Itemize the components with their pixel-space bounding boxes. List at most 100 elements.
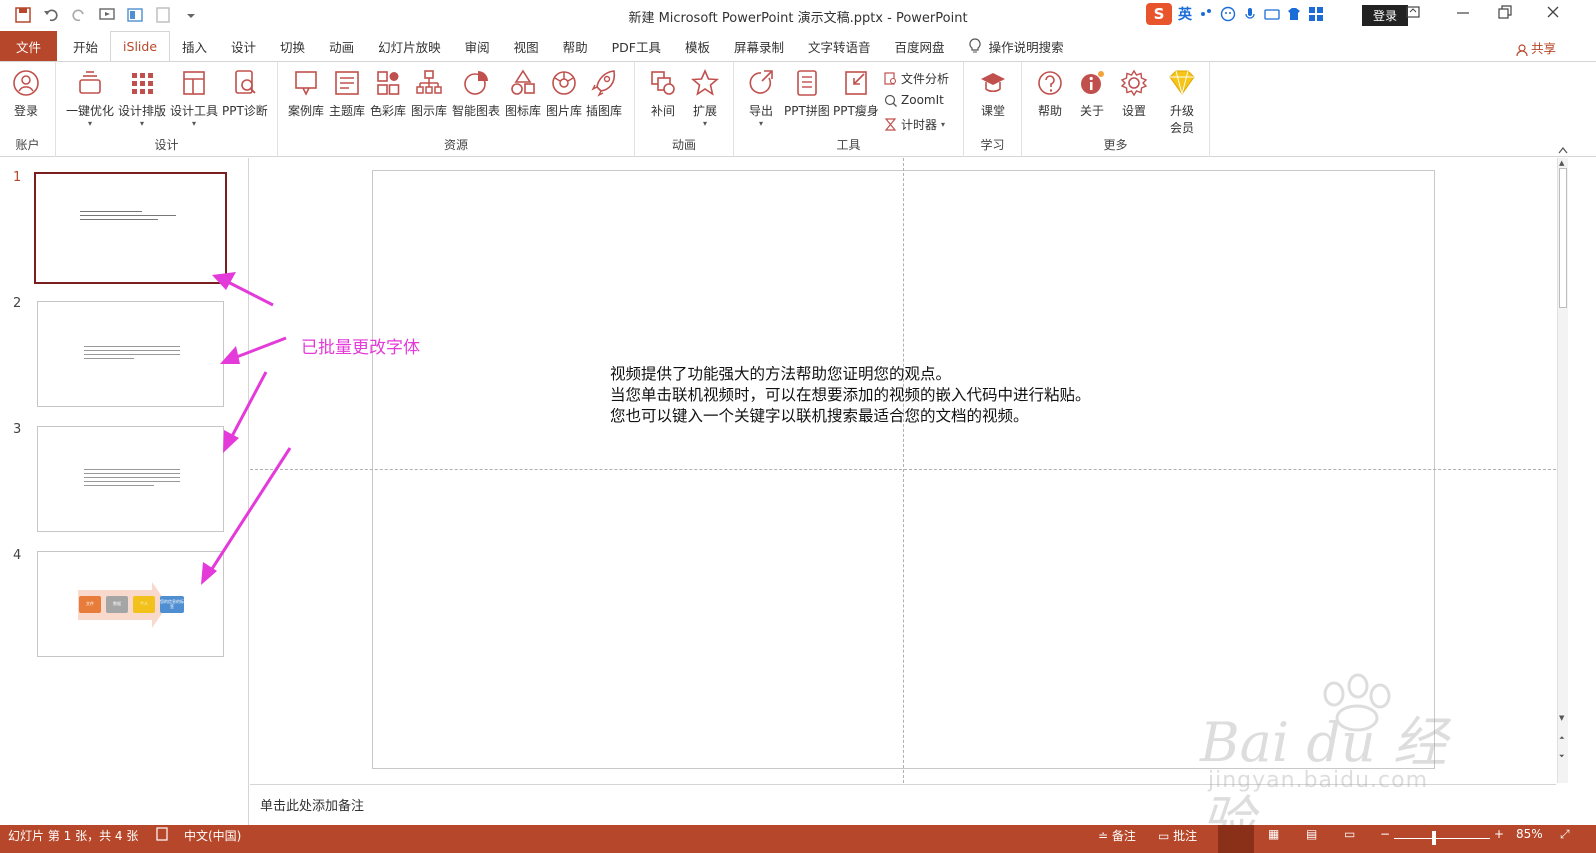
keyboard-icon[interactable] bbox=[1264, 6, 1280, 22]
tab-review[interactable]: 审阅 bbox=[453, 31, 502, 61]
ppt-puzzle-label: PPT拼图 bbox=[784, 104, 830, 118]
comments-toggle[interactable]: ▭ 批注 bbox=[1158, 827, 1197, 844]
one-click-optimize-button[interactable]: 一键优化 ▾ bbox=[66, 68, 114, 128]
tab-templates[interactable]: 模板 bbox=[673, 31, 722, 61]
zoom-in-icon[interactable]: + bbox=[1494, 827, 1504, 841]
reading-view-icon[interactable]: ▤ bbox=[1306, 827, 1317, 841]
scroll-up-icon[interactable]: ▲ bbox=[1559, 159, 1564, 167]
previous-slide-icon[interactable]: ⏶ bbox=[1559, 734, 1565, 743]
slide-text-box[interactable]: 视频提供了功能强大的方法帮助您证明您的观点。 当您单击联机视频时，可以在想要添加… bbox=[610, 364, 1091, 427]
punctuation-icon[interactable] bbox=[1198, 6, 1214, 22]
language-status[interactable]: 中文(中国) bbox=[184, 827, 241, 844]
save-icon[interactable] bbox=[14, 6, 32, 24]
toolbox-icon[interactable] bbox=[1308, 6, 1324, 22]
scrollbar-thumb[interactable] bbox=[1559, 168, 1567, 308]
restore-icon[interactable] bbox=[1498, 5, 1512, 19]
tab-insert[interactable]: 插入 bbox=[170, 31, 219, 61]
tween-button[interactable]: 补间 bbox=[649, 68, 677, 119]
scroll-down-icon[interactable]: ▼ bbox=[1559, 714, 1564, 722]
collapse-ribbon-icon[interactable] bbox=[1558, 146, 1568, 154]
smart-chart-button[interactable]: 智能图表 bbox=[452, 68, 500, 119]
zoom-slider[interactable] bbox=[1394, 838, 1490, 839]
tab-file[interactable]: 文件 bbox=[0, 31, 58, 61]
color-library-button[interactable]: 色彩库 bbox=[370, 68, 406, 119]
icon-library-button[interactable]: 图标库 bbox=[505, 68, 541, 119]
fit-slide-icon[interactable]: ⤢ bbox=[1560, 827, 1570, 842]
tab-pdf-tools[interactable]: PDF工具 bbox=[600, 31, 673, 61]
ppt-puzzle-button[interactable]: PPT拼图 bbox=[784, 68, 830, 119]
settings-button[interactable]: 设置 bbox=[1120, 68, 1148, 119]
about-button[interactable]: 关于 bbox=[1078, 68, 1106, 119]
notes-toggle[interactable]: ≐ 备注 bbox=[1098, 827, 1136, 844]
zoom-slider-thumb[interactable] bbox=[1432, 831, 1436, 845]
file-analysis-button[interactable]: 文件分析 bbox=[884, 70, 949, 87]
customize-qat-icon[interactable] bbox=[182, 6, 200, 24]
emoji-icon[interactable] bbox=[1220, 6, 1236, 22]
process-box-label: 您的信息的标签 bbox=[160, 599, 184, 609]
tab-transitions[interactable]: 切换 bbox=[268, 31, 317, 61]
zoom-level[interactable]: 85% bbox=[1516, 827, 1543, 841]
layout-icon[interactable] bbox=[126, 6, 144, 24]
theme-library-button[interactable]: 主题库 bbox=[329, 68, 365, 119]
redo-icon[interactable] bbox=[70, 6, 88, 24]
case-library-button[interactable]: 案例库 bbox=[288, 68, 324, 119]
export-button[interactable]: 导出 ▾ bbox=[747, 68, 775, 128]
ppt-slim-button[interactable]: PPT瘦身 bbox=[833, 68, 879, 119]
classroom-button[interactable]: 课堂 bbox=[979, 68, 1007, 119]
undo-icon[interactable] bbox=[42, 6, 60, 24]
slide-thumbnail-2[interactable] bbox=[37, 301, 224, 407]
tab-islide[interactable]: iSlide bbox=[110, 31, 171, 62]
illustration-library-button[interactable]: 插图库 bbox=[586, 68, 622, 119]
horizontal-guide[interactable] bbox=[250, 469, 1556, 470]
zoom-out-icon[interactable]: − bbox=[1380, 827, 1390, 841]
tab-text-to-speech[interactable]: 文字转语音 bbox=[796, 31, 883, 61]
upgrade-member-button[interactable]: 升级 会员 bbox=[1168, 68, 1196, 136]
slide-thumbnail-1[interactable] bbox=[34, 172, 227, 284]
voice-icon[interactable] bbox=[1242, 6, 1258, 22]
tab-design[interactable]: 设计 bbox=[219, 31, 268, 61]
tab-animations[interactable]: 动画 bbox=[317, 31, 366, 61]
ime-language[interactable]: 英 bbox=[1178, 4, 1192, 24]
expand-button[interactable]: 扩展 ▾ bbox=[691, 68, 719, 128]
tab-home[interactable]: 开始 bbox=[61, 31, 110, 61]
slideshow-icon[interactable]: ▭ bbox=[1344, 827, 1355, 841]
share-button[interactable]: 共享 bbox=[1516, 38, 1556, 57]
star-icon bbox=[691, 68, 719, 98]
tab-screen-recording[interactable]: 屏幕录制 bbox=[722, 31, 796, 61]
zoom-search-icon bbox=[884, 94, 897, 107]
vertical-scrollbar[interactable]: ▲ ▼ ⏶ ⏷ bbox=[1557, 158, 1568, 783]
tab-view[interactable]: 视图 bbox=[502, 31, 551, 61]
slideshow-from-start-icon[interactable] bbox=[98, 6, 116, 24]
zoomit-button[interactable]: ZoomIt bbox=[884, 93, 944, 107]
slide-thumbnail-4[interactable]: 文件 数据 个人 您的信息的标签 bbox=[37, 551, 224, 657]
office-login-button[interactable]: 登录 bbox=[1362, 5, 1408, 26]
diagram-library-button[interactable]: 图示库 bbox=[411, 68, 447, 119]
normal-view-button[interactable] bbox=[1218, 825, 1254, 853]
tell-me-search[interactable]: 操作说明搜索 bbox=[957, 31, 1076, 61]
design-layout-button[interactable]: 设计排版 ▾ bbox=[118, 68, 166, 128]
design-tools-button[interactable]: 设计工具 ▾ bbox=[170, 68, 218, 128]
slide-sorter-icon[interactable]: ▦ bbox=[1268, 827, 1279, 841]
help-button[interactable]: 帮助 bbox=[1036, 68, 1064, 119]
comments-toggle-label: 批注 bbox=[1173, 829, 1198, 843]
vertical-guide[interactable] bbox=[903, 158, 904, 783]
group-animation: 补间 扩展 ▾ 动画 bbox=[635, 62, 734, 157]
new-slide-icon[interactable] bbox=[154, 6, 172, 24]
spellcheck-icon[interactable] bbox=[156, 827, 170, 841]
skin-icon[interactable] bbox=[1286, 6, 1302, 22]
slide-thumbnail-pane: 1 2 3 4 文件 数据 个人 您的信息的标签 bbox=[0, 158, 249, 825]
tab-baidu-netdisk[interactable]: 百度网盘 bbox=[883, 31, 957, 61]
slide-thumbnail-3[interactable] bbox=[37, 426, 224, 532]
login-button[interactable]: 登录 bbox=[12, 68, 40, 119]
tab-help[interactable]: 帮助 bbox=[551, 31, 600, 61]
picture-library-button[interactable]: 图片库 bbox=[546, 68, 582, 119]
ppt-diagnose-button[interactable]: PPT诊断 bbox=[222, 68, 268, 119]
next-slide-icon[interactable]: ⏷ bbox=[1559, 752, 1565, 761]
notes-pane[interactable]: 单击此处添加备注 bbox=[250, 784, 1556, 824]
minimize-icon[interactable] bbox=[1456, 5, 1470, 19]
ribbon-display-options-icon[interactable] bbox=[1406, 5, 1420, 19]
timer-button[interactable]: 计时器 ▾ bbox=[884, 116, 945, 133]
sogou-logo-icon[interactable]: S bbox=[1146, 3, 1172, 25]
close-icon[interactable] bbox=[1546, 5, 1560, 19]
tab-slideshow[interactable]: 幻灯片放映 bbox=[366, 31, 453, 61]
